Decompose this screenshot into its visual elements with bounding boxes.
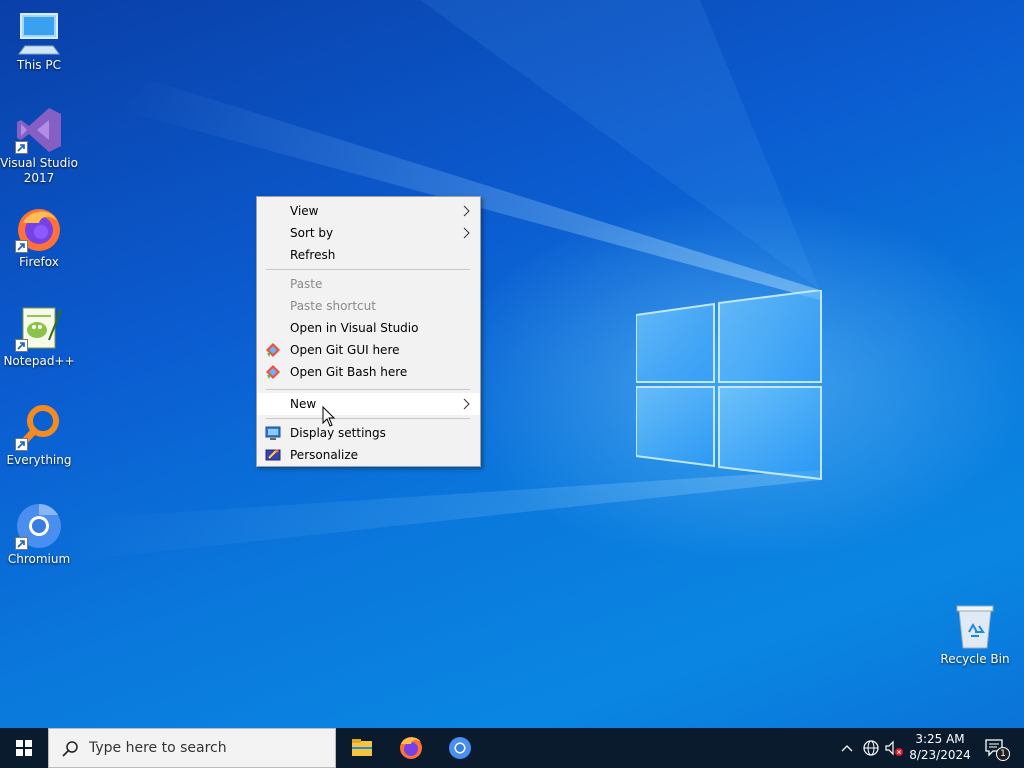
chromium-icon bbox=[449, 737, 471, 759]
network-globe-icon[interactable] bbox=[862, 739, 880, 757]
menu-item-label: Paste bbox=[290, 277, 323, 291]
show-hidden-icons-chevron-up-icon[interactable] bbox=[840, 742, 854, 754]
menu-item-open-in-visual-studio[interactable]: Open in Visual Studio bbox=[257, 317, 480, 339]
menu-item-label: New bbox=[290, 397, 317, 411]
desktop-icon-label: Recycle Bin bbox=[940, 652, 1010, 666]
clock-time: 3:25 AM bbox=[915, 732, 965, 746]
shortcut-arrow-icon bbox=[15, 537, 28, 550]
menu-separator bbox=[266, 418, 470, 419]
menu-item-personalize[interactable]: Personalize bbox=[257, 444, 480, 466]
personalize-icon bbox=[265, 449, 281, 461]
shortcut-arrow-icon bbox=[15, 141, 28, 154]
menu-item-display-settings[interactable]: Display settings bbox=[257, 422, 480, 444]
clock-date: 8/23/2024 bbox=[909, 748, 971, 762]
menu-item-label: Open Git GUI here bbox=[290, 343, 400, 357]
desktop-icon-label: Everything bbox=[6, 453, 72, 467]
this-pc-icon bbox=[15, 8, 63, 56]
everything-icon bbox=[15, 403, 63, 451]
desktop-icon-label: This PC bbox=[17, 58, 61, 72]
menu-item-label: Open in Visual Studio bbox=[290, 321, 419, 335]
shortcut-arrow-icon bbox=[15, 438, 28, 451]
shortcut-arrow-icon bbox=[15, 339, 28, 352]
shortcut-arrow-icon bbox=[15, 240, 28, 253]
taskbar-search-box[interactable]: Type here to search bbox=[48, 728, 336, 768]
chevron-right-icon bbox=[463, 398, 470, 410]
desktop-icon-label: Notepad++ bbox=[3, 354, 75, 368]
notification-count: 1 bbox=[1000, 749, 1006, 759]
search-icon bbox=[62, 741, 78, 757]
menu-item-open-git-bash[interactable]: Open Git Bash here bbox=[257, 361, 480, 383]
menu-item-paste-shortcut: Paste shortcut bbox=[257, 295, 480, 317]
desktop-icon-this-pc[interactable]: This PC bbox=[0, 8, 78, 73]
menu-item-label: Paste shortcut bbox=[290, 299, 376, 313]
visual-studio-icon bbox=[15, 106, 63, 154]
notepad-plus-plus-icon bbox=[15, 304, 63, 352]
windows-logo-wallpaper bbox=[636, 290, 822, 480]
chevron-right-icon bbox=[463, 227, 470, 239]
action-center-button[interactable]: 1 bbox=[978, 728, 1018, 768]
menu-separator bbox=[266, 389, 470, 390]
firefox-icon bbox=[400, 737, 422, 759]
menu-item-refresh[interactable]: Refresh bbox=[257, 244, 480, 266]
git-gui-icon bbox=[266, 343, 280, 357]
desktop-icon-chromium[interactable]: Chromium bbox=[0, 502, 78, 567]
recycle-bin-icon bbox=[951, 602, 999, 650]
menu-item-label: View bbox=[290, 204, 319, 218]
desktop-icon-everything[interactable]: Everything bbox=[0, 403, 78, 468]
taskbar: Type here to search 3:25 AM 8/23/2024 1 bbox=[0, 728, 1024, 768]
notification-count-badge: 1 bbox=[996, 747, 1010, 761]
desktop-icon-visual-studio[interactable]: Visual Studio 2017 bbox=[0, 106, 78, 186]
display-settings-icon bbox=[265, 426, 281, 440]
wallpaper-light-beams bbox=[60, 0, 820, 560]
file-explorer-icon bbox=[352, 739, 372, 756]
chromium-icon bbox=[15, 502, 63, 550]
menu-item-label: Refresh bbox=[290, 248, 336, 262]
start-button[interactable] bbox=[0, 728, 48, 768]
menu-separator bbox=[266, 269, 470, 270]
taskbar-app-file-explorer[interactable] bbox=[338, 728, 386, 768]
git-bash-icon bbox=[266, 365, 280, 379]
desktop-icon-notepad-plus-plus[interactable]: Notepad++ bbox=[0, 304, 78, 369]
menu-item-label: Sort by bbox=[290, 226, 334, 240]
taskbar-app-chromium[interactable] bbox=[436, 728, 484, 768]
chevron-right-icon bbox=[463, 205, 470, 217]
search-placeholder: Type here to search bbox=[89, 740, 227, 756]
windows-start-icon bbox=[16, 740, 32, 756]
menu-item-label: Open Git Bash here bbox=[290, 365, 408, 379]
desktop-icon-label: Visual Studio 2017 bbox=[0, 156, 78, 185]
menu-item-paste: Paste bbox=[257, 273, 480, 295]
menu-item-new[interactable]: New bbox=[257, 393, 480, 415]
desktop-icon-recycle-bin[interactable]: Recycle Bin bbox=[936, 602, 1014, 667]
menu-item-sort-by[interactable]: Sort by bbox=[257, 222, 480, 244]
taskbar-app-firefox[interactable] bbox=[387, 728, 435, 768]
menu-item-label: Personalize bbox=[290, 448, 359, 462]
system-tray bbox=[836, 728, 904, 768]
mouse-cursor-icon bbox=[322, 406, 336, 427]
volume-muted-icon[interactable] bbox=[884, 739, 904, 757]
firefox-icon bbox=[15, 205, 63, 253]
menu-item-label: Display settings bbox=[290, 426, 386, 440]
menu-item-open-git-gui[interactable]: Open Git GUI here bbox=[257, 339, 480, 361]
desktop-icon-firefox[interactable]: Firefox bbox=[0, 205, 78, 270]
menu-item-view[interactable]: View bbox=[257, 200, 480, 222]
desktop-icon-label: Chromium bbox=[7, 552, 71, 566]
desktop-icon-label: Firefox bbox=[19, 255, 59, 269]
desktop-context-menu: View Sort by Refresh Paste Paste shortcu… bbox=[256, 196, 481, 467]
taskbar-clock[interactable]: 3:25 AM 8/23/2024 bbox=[904, 731, 976, 763]
